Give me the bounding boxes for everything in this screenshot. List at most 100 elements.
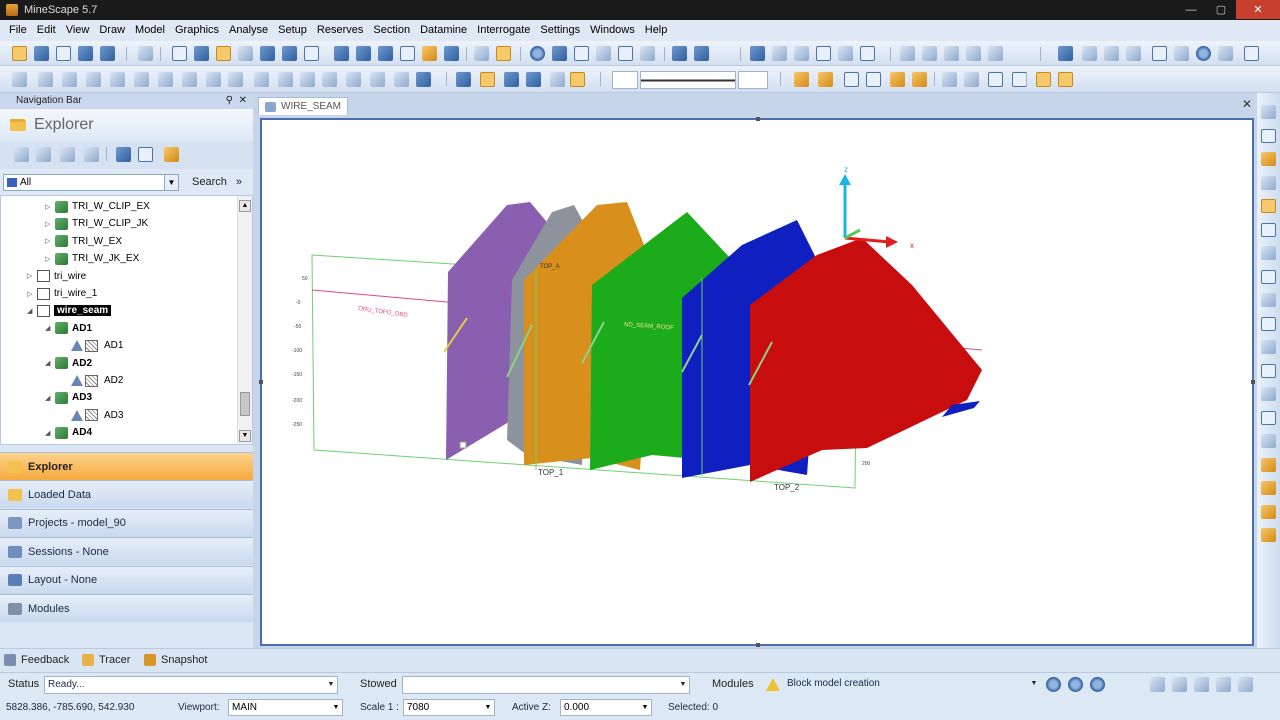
copy-view-icon[interactable]: [640, 46, 655, 61]
layout-icon[interactable]: [1238, 677, 1253, 692]
scroll-up-icon[interactable]: ▲: [239, 200, 251, 212]
globe-icon[interactable]: [530, 46, 545, 61]
draw-box-icon[interactable]: [134, 72, 149, 87]
tree-expander-icon[interactable]: ▷: [45, 237, 55, 245]
tree-item[interactable]: ▷ tri_wire_1: [27, 285, 97, 302]
chevron-down-icon[interactable]: ▼: [330, 700, 342, 715]
select-box-icon[interactable]: [844, 72, 859, 87]
move-icon[interactable]: [194, 46, 209, 61]
vertex-icon[interactable]: [334, 46, 349, 61]
view-tool-icon[interactable]: [1261, 387, 1276, 401]
tree-expander-icon[interactable]: ▷: [27, 290, 37, 298]
measure-icon[interactable]: [496, 46, 511, 61]
snap-mid-icon[interactable]: [480, 72, 495, 87]
grid-icon[interactable]: [596, 46, 611, 61]
lasso-icon[interactable]: [942, 72, 957, 87]
graphics-viewport[interactable]: ORU_TOPO_OBD ND_SEAM_ROOF TOP_A TOP_1 TO…: [259, 117, 1255, 647]
chevron-down-icon[interactable]: ▼: [325, 677, 337, 693]
nav-section-projects[interactable]: Projects - model_90: [0, 508, 253, 537]
forward-icon[interactable]: [1090, 677, 1105, 692]
tree-scrollbar[interactable]: ▲ ▼: [237, 196, 252, 444]
view-tool-icon[interactable]: [1261, 199, 1276, 213]
tree-item[interactable]: ▷ TRI_W_JK_EX: [45, 250, 139, 267]
draw-corner-icon[interactable]: [86, 72, 101, 87]
view-tool-icon[interactable]: [1261, 128, 1276, 143]
snap-cross-icon[interactable]: [570, 72, 585, 87]
trim-icon[interactable]: [282, 46, 297, 61]
tree-expander-icon[interactable]: ▷: [45, 203, 55, 211]
scale-field[interactable]: 7080 ▼: [403, 699, 495, 716]
draw-line-icon[interactable]: [12, 72, 27, 87]
view-tool-icon[interactable]: [1261, 175, 1276, 190]
view-tool-icon[interactable]: [1261, 316, 1276, 331]
layers-icon[interactable]: [750, 46, 765, 61]
tree-item[interactable]: AD3: [61, 407, 123, 424]
pick-icon[interactable]: [216, 46, 231, 61]
save-icon[interactable]: [84, 147, 99, 162]
paste-icon[interactable]: [444, 46, 459, 61]
chevron-down-icon[interactable]: ▼: [482, 700, 494, 715]
chevron-down-icon[interactable]: ▼: [164, 175, 178, 190]
box-icon[interactable]: [304, 46, 319, 61]
snap-near-icon[interactable]: [504, 72, 519, 87]
tab-tracer[interactable]: Tracer: [82, 654, 130, 666]
menu-reserves[interactable]: Reserves: [312, 20, 368, 41]
draw-arrow-icon[interactable]: [370, 72, 385, 87]
nav-section-modules[interactable]: Modules: [0, 594, 253, 622]
menu-interrogate[interactable]: Interrogate: [472, 20, 535, 41]
tree-item[interactable]: ◢ AD3: [45, 389, 92, 406]
select-tool-icon[interactable]: [12, 46, 27, 61]
edit-icon[interactable]: [172, 46, 187, 61]
tree-item[interactable]: ◢ AD2: [45, 355, 92, 372]
layer-icon[interactable]: [56, 46, 71, 61]
draw-arc-icon[interactable]: [158, 72, 173, 87]
fence-icon[interactable]: [988, 72, 1003, 87]
tree-item[interactable]: ▷ tri_wire: [27, 268, 86, 285]
save-icon[interactable]: [34, 46, 49, 61]
tree-expander-icon[interactable]: ▷: [45, 255, 55, 263]
refresh-icon[interactable]: [116, 147, 131, 162]
scroll-thumb[interactable]: [240, 392, 250, 416]
view-tool-icon[interactable]: [1261, 504, 1276, 519]
zoom-icon[interactable]: [694, 46, 709, 61]
menu-help[interactable]: Help: [640, 20, 673, 41]
stowed-field[interactable]: ▼: [402, 676, 690, 694]
close-icon[interactable]: ✕: [1242, 97, 1252, 111]
tree-item[interactable]: ▷ TRI_W_EX: [45, 233, 122, 250]
paint-icon[interactable]: [1058, 46, 1073, 61]
draw-extend-icon[interactable]: [228, 72, 243, 87]
pointer-icon[interactable]: [238, 46, 253, 61]
join-icon[interactable]: [378, 46, 393, 61]
menu-section[interactable]: Section: [368, 20, 415, 41]
tree-item[interactable]: ◢ AD4: [45, 424, 92, 441]
plan-icon[interactable]: [794, 46, 809, 61]
grid-view-icon[interactable]: [138, 147, 153, 162]
close-button[interactable]: ✕: [1236, 0, 1280, 19]
panel-icon[interactable]: [860, 46, 875, 61]
nav-section-explorer[interactable]: Explorer: [0, 452, 253, 480]
undo-icon[interactable]: [138, 46, 153, 61]
back-icon[interactable]: [1046, 677, 1061, 692]
tree-expander-icon[interactable]: ◢: [45, 324, 55, 332]
menu-windows[interactable]: Windows: [585, 20, 640, 41]
line-width-picker[interactable]: [738, 71, 768, 89]
layout-icon[interactable]: [1216, 677, 1231, 692]
color-picker[interactable]: [612, 71, 638, 89]
draw-curve-icon[interactable]: [62, 72, 77, 87]
rotate-icon[interactable]: [552, 46, 567, 61]
search-button[interactable]: Search »: [192, 176, 242, 188]
hatch-icon[interactable]: [988, 46, 1003, 61]
draw-offset-icon[interactable]: [278, 72, 293, 87]
object-icon[interactable]: [794, 72, 809, 87]
draw-break-icon[interactable]: [110, 72, 125, 87]
object-copy-icon[interactable]: [818, 72, 833, 87]
rectangle-icon[interactable]: [1152, 46, 1167, 61]
menu-draw[interactable]: Draw: [94, 20, 130, 41]
attribute-icon[interactable]: [944, 46, 959, 61]
menu-model[interactable]: Model: [130, 20, 170, 41]
polygon-icon[interactable]: [1174, 46, 1189, 61]
copy-icon[interactable]: [422, 46, 437, 61]
chevron-down-icon[interactable]: ▼: [677, 677, 689, 693]
menu-file[interactable]: File: [4, 20, 32, 41]
draw-split-icon[interactable]: [254, 72, 269, 87]
